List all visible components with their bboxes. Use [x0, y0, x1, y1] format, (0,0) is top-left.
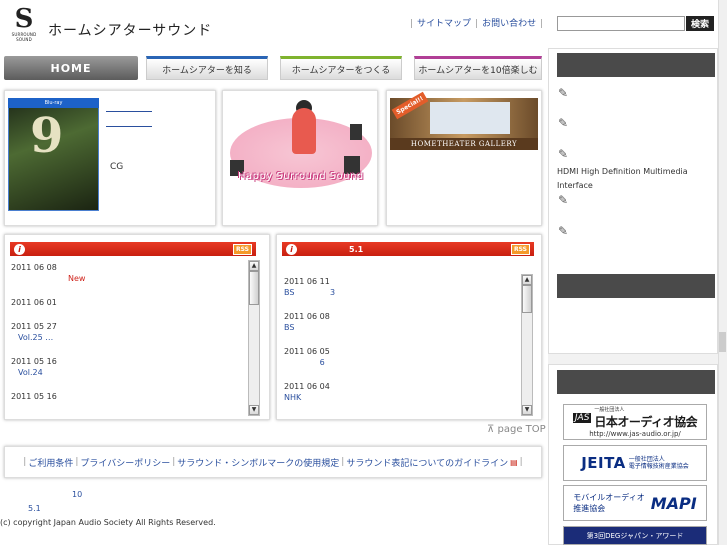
info-icon: i: [286, 243, 297, 255]
pdf-icon: ▤: [510, 457, 518, 467]
logo-subtext: SURROUND SOUND: [11, 32, 37, 42]
feature-link-2[interactable]: [106, 119, 152, 127]
scroll-thumb[interactable]: [249, 271, 259, 305]
sidebar-header-3: [557, 370, 715, 394]
new-badge: New: [68, 274, 86, 283]
contact-link[interactable]: お問い合わせ: [482, 19, 536, 29]
person-illustration: [292, 108, 316, 154]
news-header-2: i 5.1 RSS: [282, 242, 534, 256]
feature-cg-text: CG: [110, 162, 124, 172]
nav-learn[interactable]: ホームシアターを知る: [146, 56, 268, 80]
nav-build[interactable]: ホームシアターをつくる: [280, 56, 402, 80]
arrow-up-icon: ⊼: [487, 424, 498, 435]
site-logo[interactable]: S SURROUND SOUND: [4, 6, 44, 44]
site-title[interactable]: ホームシアターサウンド: [48, 20, 212, 40]
footer-symbol-link[interactable]: サラウンド・シンボルマークの使用規定: [177, 456, 339, 469]
pencil-icon: ✎: [558, 224, 569, 238]
scroll-thumb[interactable]: [522, 285, 532, 313]
bluray-band: Blu-ray: [8, 98, 99, 108]
pencil-icon: ✎: [558, 147, 569, 161]
scroll-up-icon[interactable]: ▲: [522, 275, 532, 285]
feature-link-1[interactable]: [106, 104, 152, 112]
footer-links: | ご利用条件 | プライバシーポリシー | サラウンド・シンボルマークの使用規定 |…: [4, 446, 542, 478]
jas-banner[interactable]: JAS 一般社団法人 日本オーディオ協会 http://www.jas-audi…: [563, 404, 707, 440]
news-title-2: 5.1: [349, 244, 364, 254]
sidebar-header-1: [557, 53, 715, 77]
bluray-title-number: 9: [30, 108, 64, 164]
search-input[interactable]: [557, 16, 685, 31]
sidebar-box-topics: [548, 48, 718, 354]
page-scrollbar[interactable]: [718, 0, 727, 545]
happy-surround-text: Happy Surround Sound: [238, 171, 364, 182]
footer-terms-link[interactable]: ご利用条件: [28, 456, 73, 469]
search-button[interactable]: 検索: [686, 16, 714, 31]
news-header-1: i RSS: [10, 242, 256, 256]
scroll-down-icon[interactable]: ▼: [522, 405, 532, 415]
gallery-screen: [430, 102, 510, 134]
list-item[interactable]: 2011 05 27 Vol.25 …: [11, 321, 247, 343]
scroll-up-icon[interactable]: ▲: [249, 261, 259, 271]
list-item[interactable]: 2011 06 04 NHK: [284, 381, 520, 403]
pencil-icon: ✎: [558, 193, 569, 207]
footer-note-b[interactable]: 5.1: [28, 504, 41, 513]
rss-button[interactable]: RSS: [233, 244, 252, 255]
rss-button[interactable]: RSS: [511, 244, 530, 255]
top-links: | サイトマップ | お問い合わせ |: [410, 19, 544, 29]
pencil-icon: ✎: [558, 116, 569, 130]
gallery-label: HOMETHEATER GALLERY: [390, 138, 538, 150]
news-list-2: 2011 06 11 BS 3 2011 06 08 BS 2011 06 05…: [284, 276, 520, 414]
nav-home[interactable]: HOME: [4, 56, 138, 80]
scroll-down-icon[interactable]: ▼: [249, 405, 259, 415]
jas-logo-icon: JAS: [572, 413, 592, 423]
nav-enjoy[interactable]: ホームシアターを10倍楽しむ: [414, 56, 542, 80]
page-scroll-thumb[interactable]: [719, 332, 726, 352]
list-item[interactable]: 2011 06 01: [11, 297, 247, 308]
footer-guideline-link[interactable]: サラウンド表記についてのガイドライン: [346, 456, 508, 469]
sidebar-item-hdmi[interactable]: HDMI High Definition Multimedia Interfac…: [557, 165, 707, 193]
footer-note-a[interactable]: 10: [72, 490, 82, 499]
copyright: (c) copyright Japan Audio Society All Ri…: [0, 518, 216, 527]
list-item[interactable]: 2011 06 08 New: [11, 262, 247, 284]
list-item[interactable]: 2011 05 16: [11, 391, 247, 402]
news-list-1: 2011 06 08 New 2011 06 01 2011 05 27 Vol…: [11, 262, 247, 414]
list-item[interactable]: 2011 06 11 BS 3: [284, 276, 520, 298]
jeita-banner[interactable]: JEITA 一般社団法人 電子情報技術産業協会: [563, 445, 707, 481]
list-item[interactable]: 2011 06 05 6: [284, 346, 520, 368]
list-item[interactable]: 2011 06 08 BS: [284, 311, 520, 333]
sitemap-link[interactable]: サイトマップ: [417, 19, 471, 29]
sidebar-header-2: [557, 274, 715, 298]
list-item[interactable]: 2011 05 16 Vol.24: [11, 356, 247, 378]
page-top-link[interactable]: ⊼ page TOP: [487, 424, 546, 435]
mapi-banner[interactable]: モバイルオーディオ 推進協会 MAPI: [563, 485, 707, 521]
news-scrollbar-1[interactable]: ▲ ▼: [248, 260, 260, 416]
logo-letter: S: [14, 4, 34, 34]
speaker-icon: [350, 124, 362, 140]
news-scrollbar-2[interactable]: ▲ ▼: [521, 274, 533, 416]
pencil-icon: ✎: [558, 86, 569, 100]
deg-award-banner[interactable]: 第3回DEGジャパン・アワード: [563, 526, 707, 545]
info-icon: i: [14, 243, 25, 255]
footer-privacy-link[interactable]: プライバシーポリシー: [80, 456, 170, 469]
